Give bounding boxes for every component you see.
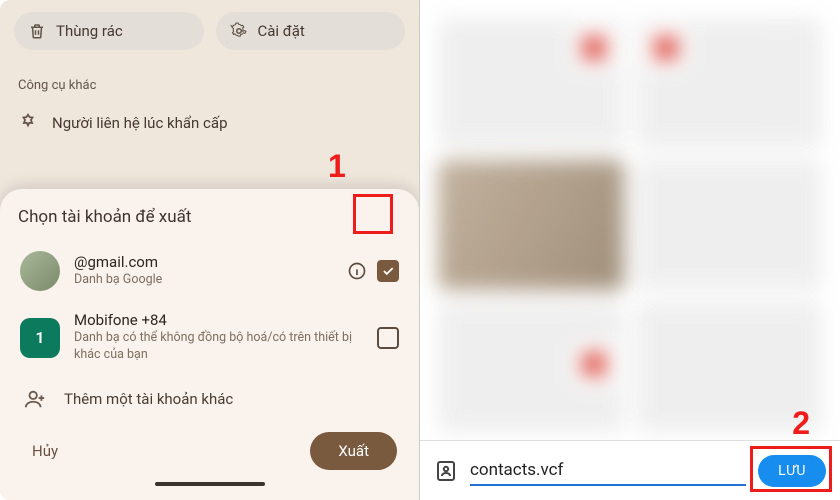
filename-input[interactable]: contacts.vcf bbox=[470, 456, 746, 486]
blurred-gallery bbox=[420, 0, 840, 440]
account-right-sim bbox=[377, 327, 399, 349]
add-account-row[interactable]: Thêm một tài khoản khác bbox=[18, 374, 401, 420]
account-right bbox=[347, 260, 399, 282]
pill-row: Thùng rác Cài đặt bbox=[0, 0, 419, 62]
add-account-label: Thêm một tài khoản khác bbox=[64, 390, 233, 408]
right-pane: contacts.vcf LƯU 2 bbox=[420, 0, 840, 500]
nav-handle bbox=[155, 482, 265, 486]
emergency-contact-label: Người liên hệ lúc khẩn cấp bbox=[52, 114, 228, 132]
trash-pill[interactable]: Thùng rác bbox=[14, 12, 204, 50]
check-icon bbox=[381, 264, 395, 278]
account-email-sim: Mobifone +84 bbox=[74, 311, 363, 329]
settings-pill[interactable]: Cài đặt bbox=[216, 12, 406, 50]
checkbox-sim[interactable] bbox=[377, 327, 399, 349]
checkbox-google[interactable] bbox=[377, 260, 399, 282]
sheet-actions: Hủy Xuất bbox=[18, 420, 401, 472]
account-sub: Danh bạ Google bbox=[74, 272, 333, 289]
export-button[interactable]: Xuất bbox=[310, 432, 397, 470]
section-other-tools: Công cụ khác bbox=[0, 62, 419, 103]
trash-icon bbox=[28, 22, 46, 40]
account-row-sim[interactable]: 1 Mobifone +84 Danh bạ có thể không đồng… bbox=[18, 301, 401, 374]
avatar bbox=[20, 251, 60, 291]
sheet-title: Chọn tài khoản để xuất bbox=[18, 207, 401, 227]
annotation-box-1 bbox=[353, 194, 393, 234]
annotation-box-2 bbox=[750, 446, 832, 492]
emergency-contact-row[interactable]: Người liên hệ lúc khẩn cấp bbox=[0, 103, 419, 143]
account-row-google[interactable]: @gmail.com Danh bạ Google bbox=[18, 241, 401, 301]
cancel-button[interactable]: Hủy bbox=[22, 434, 68, 468]
account-text: @gmail.com Danh bạ Google bbox=[74, 253, 333, 289]
left-pane: Thùng rác Cài đặt Công cụ khác Người liê… bbox=[0, 0, 420, 500]
sim-badge: 1 bbox=[20, 318, 60, 358]
dimmed-background: Thùng rác Cài đặt Công cụ khác Người liê… bbox=[0, 0, 419, 143]
info-icon[interactable] bbox=[347, 261, 367, 281]
trash-label: Thùng rác bbox=[56, 22, 123, 40]
gear-icon bbox=[230, 22, 248, 40]
medical-icon bbox=[18, 113, 38, 133]
export-sheet: Chọn tài khoản để xuất @gmail.com Danh b… bbox=[0, 189, 419, 500]
annotation-num-2: 2 bbox=[792, 405, 810, 442]
account-text-sim: Mobifone +84 Danh bạ có thể không đồng b… bbox=[74, 311, 363, 364]
annotation-num-1: 1 bbox=[328, 148, 346, 185]
contact-file-icon bbox=[434, 459, 458, 483]
account-sub-sim: Danh bạ có thể không đồng bộ hoá/có trên… bbox=[74, 330, 363, 364]
settings-label: Cài đặt bbox=[258, 22, 305, 40]
person-add-icon bbox=[24, 388, 46, 410]
account-email: @gmail.com bbox=[74, 253, 333, 271]
